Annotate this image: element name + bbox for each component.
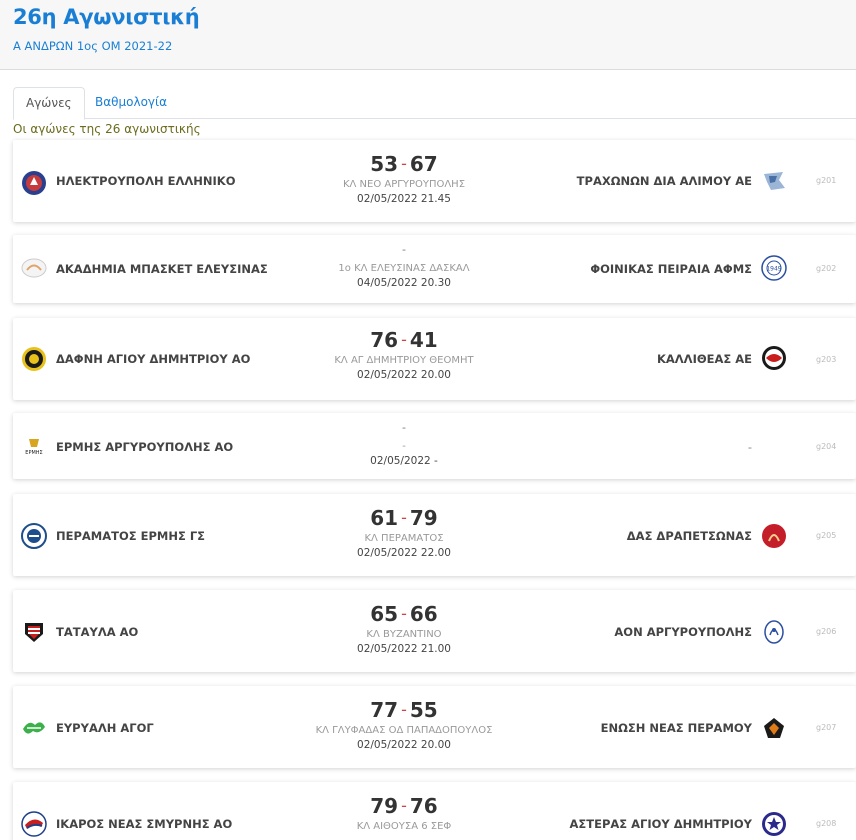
home-score: 77 xyxy=(370,698,399,722)
match-score: 77-55 xyxy=(304,698,504,724)
venue: ΚΛ ΝΕΟ ΑΡΓΥΡΟΥΠΟΛΗΣ xyxy=(342,179,466,190)
away-team-name: ΚΑΛΛΙΘΕΑΣ ΑΕ xyxy=(656,352,752,366)
away-team-name: ΔΑΣ ΔΡΑΠΕΤΣΩΝΑΣ xyxy=(626,529,752,543)
aon-logo-icon xyxy=(761,619,787,645)
home-score: 53 xyxy=(370,152,399,176)
home-team-name: ΙΚΑΡΟΣ ΝΕΑΣ ΣΜΥΡΝΗΣ ΑΟ xyxy=(56,817,233,831)
score-separator: - xyxy=(401,700,407,719)
match-card[interactable]: ΑΚΑΔΗΜΙΑ ΜΠΑΣΚΕΤ ΕΛΕΥΣΙΝΑΣ - 1ο ΚΛ ΕΛΕΥΣ… xyxy=(13,235,856,303)
drapetsona-logo-icon xyxy=(761,523,787,549)
asteras-logo-icon xyxy=(761,811,787,837)
home-score: 76 xyxy=(370,328,399,352)
tab-standings[interactable]: Βαθμολογία xyxy=(83,87,179,120)
dafni-logo-icon xyxy=(21,346,47,372)
away-team-name: ΤΡΑΧΩΝΩΝ ΔΙΑ ΑΛΙΜΟΥ ΑΕ xyxy=(576,174,752,188)
match-card[interactable]: ΗΛΕΚΤΡΟΥΠΟΛΗ ΕΛΛΗΝΙΚΟ 53-67 ΚΛ ΝΕΟ ΑΡΓΥΡ… xyxy=(13,140,856,222)
match-card[interactable]: ΔΑΦΝΗ ΑΓΙΟΥ ΔΗΜΗΤΡΙΟΥ ΑΟ 76-41 ΚΛ ΑΓ ΔΗΜ… xyxy=(13,318,856,400)
score-separator: - xyxy=(401,154,407,173)
away-score: 41 xyxy=(409,328,438,352)
home-team-name: ΑΚΑΔΗΜΙΑ ΜΠΑΣΚΕΤ ΕΛΕΥΣΙΝΑΣ xyxy=(56,262,268,276)
home-score: 61 xyxy=(370,506,399,530)
tab-bar: Αγώνες Βαθμολογία xyxy=(13,87,856,120)
venue: ΚΛ ΠΕΡΑΜΑΤΟΣ xyxy=(364,533,444,544)
match-datetime: 02/05/2022 22.00 xyxy=(357,547,451,559)
kallithea-logo-icon xyxy=(761,345,787,371)
home-team-name: ΕΡΜΗΣ ΑΡΓΥΡΟΥΠΟΛΗΣ ΑΟ xyxy=(56,440,234,454)
home-team-name: ΠΕΡΑΜΑΤΟΣ ΕΡΜΗΣ ΓΣ xyxy=(56,529,206,543)
match-card[interactable]: ΠΕΡΑΜΑΤΟΣ ΕΡΜΗΣ ΓΣ 61-79 ΚΛ ΠΕΡΑΜΑΤΟΣ 02… xyxy=(13,494,856,576)
match-code: g201 xyxy=(816,176,837,185)
match-score: 76-41 xyxy=(304,328,504,354)
home-team-name: ΤΑΤΑΥΛΑ ΑΟ xyxy=(56,625,139,639)
away-score: 79 xyxy=(409,506,438,530)
venue: ΚΛ ΑΙΘΟΥΣΑ 6 ΣΕΦ xyxy=(356,821,452,832)
away-score: 55 xyxy=(409,698,438,722)
tatavla-logo-icon xyxy=(21,619,47,645)
score-separator: - xyxy=(401,796,407,815)
trachonon-logo-icon xyxy=(761,168,787,194)
match-card[interactable]: ΕΡΜΗΣ ΕΡΜΗΣ ΑΡΓΥΡΟΥΠΟΛΗΣ ΑΟ - - 02/05/20… xyxy=(13,413,856,479)
score-separator: - xyxy=(401,330,407,349)
perama-logo-icon xyxy=(21,523,47,549)
away-team-name: ΑΣΤΕΡΑΣ ΑΓΙΟΥ ΔΗΜΗΤΡΙΟΥ xyxy=(569,817,752,831)
match-code: g206 xyxy=(816,627,837,636)
away-score: 66 xyxy=(409,602,438,626)
match-code: g204 xyxy=(816,442,837,451)
match-datetime: 02/05/2022 20.00 xyxy=(357,369,451,381)
main-content: Αγώνες Βαθμολογία Οι αγώνες της 26 αγωνι… xyxy=(0,70,856,840)
home-team-name: ΔΑΦΝΗ ΑΓΙΟΥ ΔΗΜΗΤΡΙΟΥ ΑΟ xyxy=(56,352,251,366)
away-team-name: ΦΟΙΝΙΚΑΣ ΠΕΙΡΑΙΑ ΑΦΜΣ xyxy=(590,262,752,276)
enosi-logo-icon xyxy=(761,715,787,741)
match-score: 61-79 xyxy=(304,506,504,532)
ilektroupoli-logo-icon xyxy=(21,170,47,196)
page-title: 26η Αγωνιστική xyxy=(13,5,200,29)
away-team-name: ΑΟΝ ΑΡΓΥΡΟΥΠΟΛΗΣ xyxy=(614,625,752,639)
venue: ΚΛ ΒΥΖΑΝΤΙΝΟ xyxy=(366,629,442,640)
section-caption: Οι αγώνες της 26 αγωνιστικής xyxy=(13,122,201,136)
match-score: - xyxy=(402,421,406,434)
match-code: g205 xyxy=(816,531,837,540)
match-datetime: 02/05/2022 20.00 xyxy=(357,739,451,751)
ermis-logo-text: ΕΡΜΗΣ xyxy=(25,450,42,456)
home-score: 65 xyxy=(370,602,399,626)
match-score: 65-66 xyxy=(304,602,504,628)
match-datetime: 02/05/2022 21.00 xyxy=(357,643,451,655)
match-card[interactable]: ΤΑΤΑΥΛΑ ΑΟ 65-66 ΚΛ ΒΥΖΑΝΤΙΝΟ 02/05/2022… xyxy=(13,590,856,672)
foinikas-logo-icon: 1949 xyxy=(761,255,787,281)
match-code: g203 xyxy=(816,355,837,364)
venue: ΚΛ ΓΛΥΦΑΔΑΣ ΟΔ ΠΑΠΑΔΟΠΟΥΛΟΣ xyxy=(315,725,493,736)
ermis-logo-icon: ΕΡΜΗΣ xyxy=(21,433,47,459)
match-score: 79-76 xyxy=(304,794,504,820)
score-separator: - xyxy=(401,508,407,527)
match-score: - xyxy=(402,243,406,256)
ikaros-logo-icon xyxy=(21,811,47,837)
away-team-name: - xyxy=(747,440,752,454)
away-team-name: ΕΝΩΣΗ ΝΕΑΣ ΠΕΡΑΜΟΥ xyxy=(600,721,752,735)
home-score: 79 xyxy=(370,794,399,818)
euryali-logo-icon xyxy=(21,715,47,741)
match-datetime: 02/05/2022 21.45 xyxy=(357,193,451,205)
foinikas-logo-text: 1949 xyxy=(766,266,781,273)
match-code: g208 xyxy=(816,819,837,828)
away-score: 67 xyxy=(409,152,438,176)
venue: - xyxy=(402,441,406,452)
score-separator: - xyxy=(401,604,407,623)
match-score: 53-67 xyxy=(304,152,504,178)
match-card[interactable]: ΕΥΡΥΑΛΗ ΑΓΟΓ 77-55 ΚΛ ΓΛΥΦΑΔΑΣ ΟΔ ΠΑΠΑΔΟ… xyxy=(13,686,856,768)
akadimia-logo-icon xyxy=(21,255,47,281)
competition-subtitle: Α ΑΝΔΡΩΝ 1ος ΟΜ 2021-22 xyxy=(13,39,173,53)
away-score: 76 xyxy=(409,794,438,818)
home-team-name: ΗΛΕΚΤΡΟΥΠΟΛΗ ΕΛΛΗΝΙΚΟ xyxy=(56,174,236,188)
home-team-name: ΕΥΡΥΑΛΗ ΑΓΟΓ xyxy=(56,721,154,735)
match-code: g202 xyxy=(816,264,837,273)
venue: 1ο ΚΛ ΕΛΕΥΣΙΝΑΣ ΔΑΣΚΑΛ xyxy=(338,263,470,274)
match-code: g207 xyxy=(816,723,837,732)
match-datetime: 02/05/2022 - xyxy=(370,455,438,467)
page-header: 26η Αγωνιστική Α ΑΝΔΡΩΝ 1ος ΟΜ 2021-22 xyxy=(0,0,856,70)
match-card[interactable]: ΙΚΑΡΟΣ ΝΕΑΣ ΣΜΥΡΝΗΣ ΑΟ 79-76 ΚΛ ΑΙΘΟΥΣΑ … xyxy=(13,782,856,840)
tab-matches[interactable]: Αγώνες xyxy=(13,87,85,120)
venue: ΚΛ ΑΓ ΔΗΜΗΤΡΙΟΥ ΘΕΟΜΗΤ xyxy=(334,355,474,366)
match-datetime: 04/05/2022 20.30 xyxy=(357,277,451,289)
